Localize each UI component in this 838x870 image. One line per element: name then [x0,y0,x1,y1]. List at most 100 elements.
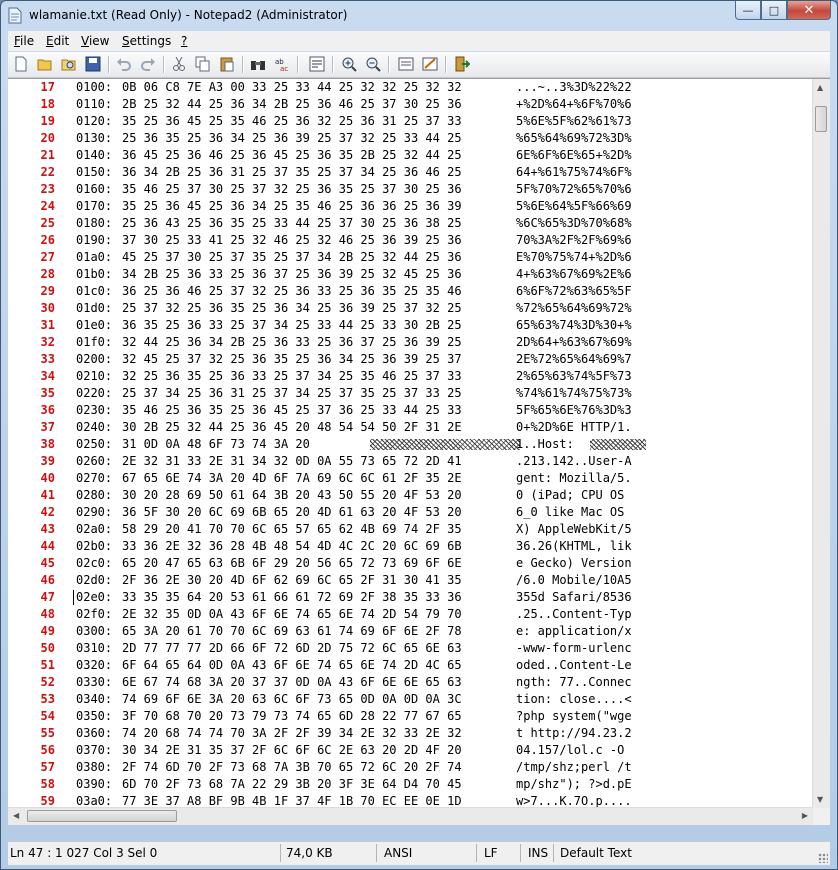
hex-address: 0340: [76,692,113,706]
cut-icon[interactable] [169,55,189,73]
status-encoding[interactable]: ANSI [384,846,412,860]
exit-icon[interactable] [452,55,472,73]
hex-bytes: 67 65 6E 74 3A 20 4D 6F 7A 69 6C 6C 61 2… [122,471,462,485]
line-number: 42 [40,505,55,519]
editor-line[interactable]: 41 0280: 30 20 28 69 50 61 64 3B 20 43 50 … [8,487,813,504]
editor-line[interactable]: 49 0300: 65 3A 20 61 70 70 6C 69 63 61 74 … [8,623,813,640]
horizontal-scrollbar[interactable]: ◀ ▶ [8,807,813,825]
editor-line[interactable]: 55 0360: 74 20 68 74 74 70 3A 2F 2F 39 34 … [8,725,813,742]
editor-line[interactable]: 28 01b0: 34 2B 25 36 33 25 36 37 25 36 39 … [8,266,813,283]
zoom-in-icon[interactable] [339,55,359,73]
caption-buttons: — □ ✕ [735,1,831,21]
redacted-region [590,439,646,450]
open-icon[interactable] [35,55,55,73]
editor-line[interactable]: 24 0170: 35 25 36 45 25 36 34 25 35 46 25 … [8,198,813,215]
scheme-icon[interactable] [396,55,416,73]
save-icon[interactable] [83,55,103,73]
scroll-right-arrow-icon[interactable]: ▶ [802,811,808,820]
close-button[interactable]: ✕ [787,1,831,20]
hex-bytes: 35 25 36 45 25 36 34 25 35 46 25 36 36 2… [122,199,462,213]
editor-line[interactable]: 58 0390: 6D 70 2F 73 68 7A 22 29 3B 20 3F … [8,776,813,793]
editor-line[interactable]: 39 0260: 2E 32 31 33 2E 31 34 32 0D 0A 55 … [8,453,813,470]
line-number: 36 [40,403,55,417]
editor-line[interactable]: 31 01e0: 36 35 25 36 33 25 37 34 25 33 44 … [8,317,813,334]
new-icon[interactable] [11,55,31,73]
hex-text-editor[interactable]: 17 0100: 0B 06 C8 7E A3 00 33 25 33 44 25 … [8,78,830,825]
hex-address: 0240: [76,420,113,434]
wordwrap-icon[interactable] [307,55,327,73]
editor-line[interactable]: 34 0210: 32 25 36 35 25 36 33 25 37 34 25 … [8,368,813,385]
editor-line[interactable]: 46 02d0: 2F 36 2E 30 20 4D 6F 62 69 6C 65 … [8,572,813,589]
hex-bytes: 30 20 28 69 50 61 64 3B 20 43 50 55 20 4… [122,488,462,502]
browse-icon[interactable] [59,55,79,73]
editor-line[interactable]: 51 0320: 6F 64 65 64 0D 0A 43 6F 6E 74 65 … [8,657,813,674]
ascii-text: e Gecko) Version [516,556,632,570]
editor-line[interactable]: 48 02f0: 2E 32 35 0D 0A 43 6F 6E 74 65 6E … [8,606,813,623]
editor-line[interactable]: 20 0130: 25 36 35 25 36 34 25 36 39 25 37 … [8,130,813,147]
hex-address: 0280: [76,488,113,502]
menu-edit[interactable]: Edit [46,34,69,48]
editor-line[interactable]: 17 0100: 0B 06 C8 7E A3 00 33 25 33 44 25 … [8,79,813,96]
status-eol[interactable]: LF [484,846,498,860]
editor-line[interactable]: 38 0250: 31 0D 0A 48 6F 73 74 3A 20 1..Host… [8,436,813,453]
scroll-down-arrow-icon[interactable]: ▼ [817,795,823,804]
editor-line[interactable]: 47 02e0: 33 35 35 64 20 53 61 66 61 72 69 … [8,589,813,606]
resize-grip[interactable] [818,853,828,863]
editor-line[interactable]: 32 01f0: 32 44 25 36 34 2B 25 36 33 25 36 … [8,334,813,351]
hex-bytes: 30 2B 25 32 44 25 36 45 20 48 54 54 50 2… [122,420,462,434]
editor-line[interactable]: 50 0310: 2D 77 77 77 2D 66 6F 72 6D 2D 75 … [8,640,813,657]
editor-line[interactable]: 52 0330: 6E 67 74 68 3A 20 37 37 0D 0A 43 … [8,674,813,691]
editor-line[interactable]: 56 0370: 30 34 2E 31 35 37 2F 6C 6F 6C 2E … [8,742,813,759]
editor-line[interactable]: 19 0120: 35 25 36 45 25 35 46 25 36 32 25 … [8,113,813,130]
hex-bytes: 3F 70 68 70 20 73 79 73 74 65 6D 28 22 7… [122,709,462,723]
editor-line[interactable]: 40 0270: 67 65 6E 74 3A 20 4D 6F 7A 69 6C … [8,470,813,487]
editor-line[interactable]: 54 0350: 3F 70 68 70 20 73 79 73 74 65 6D … [8,708,813,725]
hex-address: 02e0: [76,590,113,604]
editor-line[interactable]: 22 0150: 36 34 2B 25 36 31 25 37 35 25 37 … [8,164,813,181]
title-bar[interactable]: wlamanie.txt (Read Only) - Notepad2 (Adm… [1,1,837,31]
editor-line[interactable]: 35 0220: 25 37 34 25 36 31 25 37 34 25 37 … [8,385,813,402]
menu-view[interactable]: View [81,34,109,48]
horizontal-scroll-thumb[interactable] [27,810,177,822]
hex-address: 02d0: [76,573,113,587]
editor-line[interactable]: 23 0160: 35 46 25 37 30 25 37 32 25 36 35 … [8,181,813,198]
editor-line[interactable]: 18 0110: 2B 25 32 44 25 36 34 2B 25 36 46 … [8,96,813,113]
editor-line[interactable]: 30 01d0: 25 37 32 25 36 35 25 36 34 25 36 … [8,300,813,317]
editor-line[interactable]: 53 0340: 74 69 6F 6E 3A 20 63 6C 6F 73 65 … [8,691,813,708]
zoom-out-icon[interactable] [363,55,383,73]
editor-line[interactable]: 37 0240: 30 2B 25 32 44 25 36 45 20 48 54 … [8,419,813,436]
maximize-button[interactable]: □ [761,1,787,20]
hex-bytes: 37 30 25 33 41 25 32 46 25 32 46 25 36 3… [122,233,462,247]
vertical-scroll-thumb[interactable] [815,106,827,132]
editor-line[interactable]: 25 0180: 25 36 43 25 36 35 25 33 44 25 37 … [8,215,813,232]
editor-line[interactable]: 33 0200: 32 45 25 37 32 25 36 35 25 36 34 … [8,351,813,368]
editor-line[interactable]: 42 0290: 36 5F 30 20 6C 69 6B 65 20 4D 61 … [8,504,813,521]
copy-icon[interactable] [193,55,213,73]
paste-icon[interactable] [217,55,237,73]
vertical-scrollbar[interactable]: ▲ ▼ [812,79,830,808]
scroll-up-arrow-icon[interactable]: ▲ [817,83,823,92]
menu-help[interactable]: ? [181,34,187,48]
ascii-text: e: application/x [516,624,632,638]
line-number: 27 [40,250,55,264]
replace-icon[interactable]: ab ac [272,55,292,73]
menu-file[interactable]: File [14,34,34,48]
editor-line[interactable]: 27 01a0: 45 25 37 30 25 37 35 25 37 34 2B … [8,249,813,266]
editor-line[interactable]: 57 0380: 2F 74 6D 70 2F 73 68 7A 3B 70 65 … [8,759,813,776]
status-scheme[interactable]: Default Text [560,846,632,860]
minimize-button[interactable]: — [735,1,761,20]
editor-line[interactable]: 45 02c0: 65 20 47 65 63 6B 6F 29 20 56 65 … [8,555,813,572]
undo-icon[interactable] [114,55,134,73]
editor-line[interactable]: 26 0190: 37 30 25 33 41 25 32 46 25 32 46 … [8,232,813,249]
editor-line[interactable]: 44 02b0: 33 36 2E 32 36 28 4B 48 54 4D 4C … [8,538,813,555]
customize-icon[interactable] [420,55,440,73]
redo-icon[interactable] [138,55,158,73]
editor-line[interactable]: 43 02a0: 58 29 20 41 70 70 6C 65 57 65 62 … [8,521,813,538]
ascii-text: ngth: 77..Connec [516,675,632,689]
editor-line[interactable]: 36 0230: 35 46 25 36 35 25 36 45 25 37 36 … [8,402,813,419]
scroll-left-arrow-icon[interactable]: ◀ [13,811,19,820]
find-icon[interactable] [248,55,268,73]
editor-line[interactable]: 29 01c0: 36 25 36 46 25 37 32 25 36 33 25 … [8,283,813,300]
editor-line[interactable]: 21 0140: 36 45 25 36 46 25 36 45 25 36 35 … [8,147,813,164]
menu-settings[interactable]: Settings [122,34,171,48]
